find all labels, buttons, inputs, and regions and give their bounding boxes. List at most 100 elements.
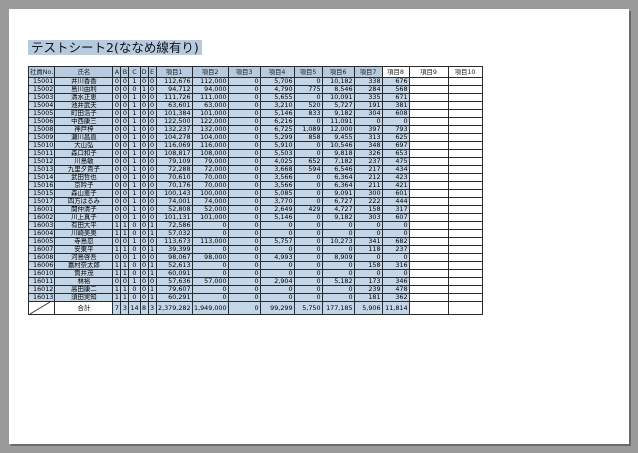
employee-no-cell: 16010 [27, 269, 56, 278]
value-cell: 0 [259, 293, 295, 302]
value-cell: 381 [381, 101, 410, 110]
value-cell: 0 [259, 261, 295, 270]
value-cell [408, 117, 449, 126]
value-cell: 0 [293, 149, 323, 158]
value-cell: 1 [147, 245, 157, 254]
value-cell: 0 [147, 181, 157, 190]
value-cell: 0 [227, 277, 261, 286]
value-cell: 0 [227, 101, 261, 110]
name-cell: 中西康三 [54, 117, 114, 126]
value-cell: 0 [293, 77, 323, 86]
value-cell: 5,182 [321, 277, 355, 286]
name-cell: 須田実知 [54, 293, 114, 302]
value-cell: 444 [381, 197, 410, 206]
employee-no-cell: 15016 [27, 181, 56, 190]
value-cell: 0 [227, 253, 261, 262]
value-cell: 397 [353, 125, 383, 134]
value-cell: 2,649 [259, 205, 295, 214]
name-cell: 川島敏 [54, 157, 114, 166]
table-row: 15001 井川香香 0 0 1 0 0 112,676 112,000 0 5,706 0 10,18… [27, 77, 483, 86]
value-cell [408, 197, 449, 206]
value-cell [447, 133, 483, 142]
value-cell: 1 [147, 269, 157, 278]
employee-no-cell: 15015 [27, 189, 56, 198]
total-value-cell: 8 [139, 301, 149, 315]
value-cell: 652 [293, 157, 323, 166]
value-cell: 0 [147, 77, 157, 86]
value-cell: 94,712 [155, 85, 193, 94]
value-cell [408, 221, 449, 230]
value-cell: 0 [128, 285, 141, 294]
value-cell: 1 [128, 77, 141, 86]
value-cell: 0 [321, 245, 355, 254]
value-cell: 0 [381, 221, 410, 230]
value-cell: 1 [112, 261, 122, 270]
value-cell: 1,089 [293, 125, 323, 134]
value-cell: 304 [353, 109, 383, 118]
value-cell: 70,176 [155, 181, 193, 190]
value-cell: 63,601 [155, 101, 193, 110]
value-cell: 346 [381, 277, 410, 286]
value-cell: 0 [120, 117, 130, 126]
employee-no-cell: 15005 [27, 109, 56, 118]
name-cell: 瀬川昌直 [54, 133, 114, 142]
name-cell: 池井武夫 [54, 101, 114, 110]
value-cell: 101,384 [155, 109, 193, 118]
value-cell: 0 [112, 141, 122, 150]
value-cell: 0 [227, 141, 261, 150]
value-cell: 0 [120, 109, 130, 118]
table-row: 16012 高田康二 1 1 0 0 1 79,607 0 0 0 0 0 239 478 [27, 285, 483, 294]
value-cell: 52,000 [191, 205, 229, 214]
value-cell: 1 [128, 133, 141, 142]
value-cell: 0 [139, 149, 149, 158]
value-cell: 326 [353, 149, 383, 158]
value-cell: 191 [353, 101, 383, 110]
value-cell: 116,000 [191, 141, 229, 150]
employee-no-cell: 16006 [27, 261, 56, 270]
value-cell: 0 [120, 149, 130, 158]
value-cell: 601 [381, 189, 410, 198]
value-cell [408, 133, 449, 142]
value-cell: 6,364 [321, 173, 355, 182]
value-cell: 1 [120, 229, 130, 238]
name-cell: 寺島忍 [54, 237, 114, 246]
value-cell: 0 [120, 101, 130, 110]
value-cell: 0 [191, 221, 229, 230]
value-cell [408, 189, 449, 198]
value-cell [408, 269, 449, 278]
value-cell: 5,146 [259, 109, 295, 118]
value-cell: 0 [147, 173, 157, 182]
value-cell: 0 [381, 117, 410, 126]
value-cell: 0 [139, 181, 149, 190]
value-cell: 421 [381, 181, 410, 190]
value-cell: 0 [147, 117, 157, 126]
value-cell: 5,727 [321, 101, 355, 110]
value-cell: 0 [227, 237, 261, 246]
name-cell: 神戸梓 [54, 125, 114, 134]
value-cell: 0 [139, 93, 149, 102]
value-cell: 0 [112, 213, 122, 222]
value-cell: 0 [227, 173, 261, 182]
value-cell: 10,273 [321, 237, 355, 246]
value-cell: 0 [293, 269, 323, 278]
value-cell: 0 [112, 125, 122, 134]
employee-no-cell: 15003 [27, 93, 56, 102]
value-cell: 0 [128, 293, 141, 302]
value-cell: 1 [128, 173, 141, 182]
value-cell: 0 [120, 253, 130, 262]
value-cell: 0 [227, 125, 261, 134]
total-value-cell: 177,185 [321, 301, 355, 315]
table-row: 16002 川上真子 0 0 1 0 0 101,131 101,000 0 5,146 0 9,182… [27, 213, 483, 222]
value-cell: 0 [293, 229, 323, 238]
value-cell: 11,091 [321, 117, 355, 126]
value-cell: 0 [353, 117, 383, 126]
value-cell: 1 [128, 165, 141, 174]
value-cell: 0 [112, 101, 122, 110]
value-cell: 1 [128, 253, 141, 262]
value-cell: 4,025 [259, 157, 295, 166]
table-row: 15010 大山弘 0 0 1 0 0 116,069 116,000 0 5,910 0 10,546… [27, 141, 483, 150]
employee-no-cell: 16008 [27, 253, 56, 262]
value-cell: 303 [353, 213, 383, 222]
value-cell: 697 [381, 141, 410, 150]
value-cell: 0 [321, 221, 355, 230]
